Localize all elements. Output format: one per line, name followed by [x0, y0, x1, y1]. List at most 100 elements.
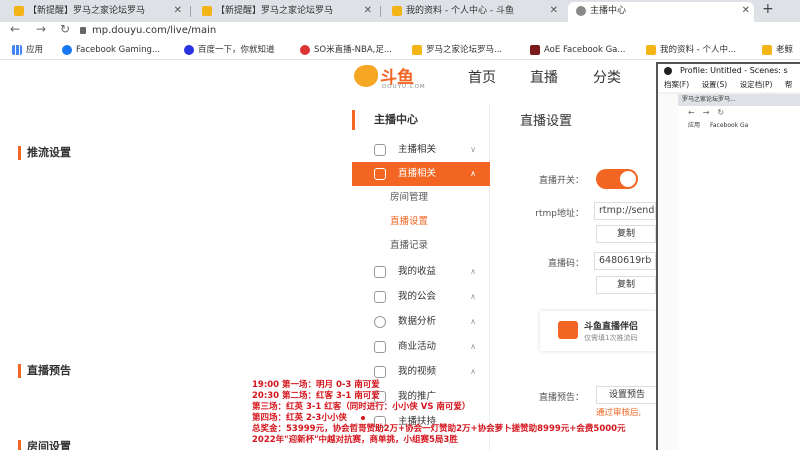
- bookmark-item[interactable]: 罗马之家论坛罗马...: [412, 43, 502, 57]
- nav-home[interactable]: 首页: [468, 67, 496, 87]
- sidebar-item-business[interactable]: 商业活动 ∧: [352, 335, 490, 359]
- so-icon: [300, 45, 310, 55]
- bookmark-apps[interactable]: 应用: [12, 43, 43, 57]
- obs-preview-tab: 罗马之家论坛罗马...: [678, 94, 800, 106]
- sidebar-item-income[interactable]: 我的收益 ∧: [352, 260, 490, 284]
- bookmark-label: 应用: [26, 45, 44, 55]
- stream-code-label: 直播码：: [547, 259, 584, 269]
- copy-code-button[interactable]: 复制: [596, 276, 656, 294]
- nav-category[interactable]: 分类: [593, 67, 621, 87]
- overlay-line: 总奖金：53999元，协会哲哥赞助2万+协会一灯赞助2万+协会萝卜搓赞助8999…: [252, 424, 626, 434]
- obs-menubar: 档案(F) 设置(S) 设定档(P) 帮: [658, 78, 800, 92]
- chevron-up-icon: ∧: [470, 169, 476, 178]
- reload-icon[interactable]: ↻: [60, 22, 70, 36]
- close-icon[interactable]: ✕: [550, 2, 558, 20]
- browser-tab-active[interactable]: 主播中心 ✕: [568, 2, 754, 22]
- coin-icon: [374, 266, 386, 278]
- section-stream-title: 推流设置: [18, 146, 71, 160]
- bookmarks-bar: 应用 Facebook Gaming... 百度一下，你就知道 SO米直播-NB…: [0, 40, 800, 60]
- tv-icon: [374, 168, 386, 180]
- toggle-knob: [620, 171, 636, 187]
- douyu-tab-icon: [202, 6, 212, 16]
- obs-menu-settings[interactable]: 设置(S): [702, 80, 728, 89]
- close-icon[interactable]: ✕: [742, 2, 750, 20]
- obs-menu-help[interactable]: 帮: [785, 80, 793, 89]
- screen: 【新提醒】罗马之家论坛罗马 ✕ 【新提醒】罗马之家论坛罗马 ✕ 我的资料 - 个…: [0, 0, 800, 450]
- chevron-up-icon: ∧: [470, 267, 476, 276]
- chevron-down-icon: ∨: [470, 145, 476, 154]
- browser-tab[interactable]: 【新提醒】罗马之家论坛罗马 ✕: [6, 2, 186, 22]
- obs-titlebar: Profile: Untitled - Scenes: s: [658, 64, 800, 78]
- new-tab-button[interactable]: +: [762, 1, 774, 17]
- obs-window: Profile: Untitled - Scenes: s 档案(F) 设置(S…: [656, 62, 800, 450]
- banner-title: 斗鱼直播伴侣: [584, 322, 639, 332]
- obs-preview[interactable]: 罗马之家论坛罗马... ←→↻ 应用 Facebook Ga: [678, 94, 800, 450]
- back-icon[interactable]: ←: [10, 22, 20, 36]
- forward-icon[interactable]: →: [36, 22, 46, 36]
- douyu-icon: [762, 45, 772, 55]
- stream-code-field[interactable]: 6480619rb: [594, 252, 656, 270]
- browser-tab[interactable]: 【新提醒】罗马之家论坛罗马 ✕: [194, 2, 376, 22]
- obs-preview-nav: ←→↻: [688, 108, 733, 117]
- companion-app-banner[interactable]: 斗鱼直播伴侣 仅需填1次推流码: [540, 311, 656, 351]
- sidebar-subitem-room[interactable]: 房间管理: [390, 186, 428, 210]
- bookmark-label: AoE Facebook Ga...: [544, 45, 626, 55]
- obs-menu-profile[interactable]: 设定档(P): [740, 80, 773, 89]
- red-dot-icon: [360, 415, 365, 420]
- live-switch-toggle[interactable]: [596, 169, 638, 189]
- section-room-settings-title: 房间设置: [18, 440, 71, 450]
- sidebar-item-label: 我的公会: [398, 291, 437, 302]
- bookmark-item[interactable]: Facebook Gaming...: [62, 43, 160, 57]
- bookmark-label: 我的资料 - 个人中...: [660, 45, 737, 55]
- browser-tab[interactable]: 我的资料 - 个人中心 - 斗鱼 ✕: [384, 2, 562, 22]
- sidebar-item-anchor[interactable]: 主播相关 ∨: [352, 138, 490, 162]
- close-icon[interactable]: ✕: [364, 2, 372, 20]
- rtmp-label: rtmp地址：: [535, 209, 584, 219]
- overlay-line: 第三场：红英 3-1 红客（同时进行：小小侠 VS 南可爱）: [252, 402, 471, 412]
- overlay-line: 19:00 第一场：明月 0-3 南可爱: [252, 380, 380, 390]
- overlay-line-text: 第四场：红英 2-3小小侠: [252, 413, 347, 423]
- url-text: mp.douyu.com/live/main: [92, 25, 217, 36]
- mic-icon: [374, 144, 386, 156]
- rtmp-address-field[interactable]: rtmp://send: [594, 202, 656, 220]
- section-preview-title: 直播预告: [18, 364, 71, 378]
- sidebar-item-analytics[interactable]: 数据分析 ∧: [352, 310, 490, 334]
- bookmark-item[interactable]: 老鲸: [762, 43, 793, 57]
- nav-live[interactable]: 直播: [530, 67, 558, 87]
- sidebar-subitem-live-record[interactable]: 直播记录: [390, 234, 428, 258]
- bookmark-item[interactable]: 我的资料 - 个人中...: [646, 43, 736, 57]
- sidebar-item-label: 数据分析: [398, 316, 437, 327]
- facebook-icon: [62, 45, 72, 55]
- bookmark-item[interactable]: 百度一下，你就知道: [184, 43, 275, 57]
- address-bar[interactable]: mp.douyu.com/live/main: [80, 23, 660, 39]
- chevron-up-icon: ∧: [470, 342, 476, 351]
- play-icon: [558, 321, 578, 339]
- sidebar-subitem-live-settings[interactable]: 直播设置: [390, 210, 428, 234]
- obs-bm-facebook: Facebook Ga: [709, 122, 749, 129]
- douyu-logo-icon[interactable]: [354, 65, 378, 87]
- tab-label: 【新提醒】罗马之家论坛罗马: [28, 6, 146, 16]
- sidebar-title: 主播中心: [352, 110, 418, 130]
- copy-rtmp-button[interactable]: 复制: [596, 225, 656, 243]
- bookmark-item[interactable]: AoE Facebook Ga...: [530, 43, 625, 57]
- overlay-line: 20:30 第二场：红客 3-1 南可爱: [252, 391, 380, 401]
- chevron-up-icon: ∧: [470, 317, 476, 326]
- logo-subtitle: DOUYU.COM: [382, 84, 426, 90]
- globe-icon: [576, 6, 586, 16]
- obs-menu-file[interactable]: 档案(F): [664, 80, 689, 89]
- bookmark-label: 百度一下，你就知道: [198, 45, 275, 55]
- overlay-line: 2022年"迎新杯"中越对抗赛，商单挑，小组赛5局3胜: [252, 435, 458, 445]
- video-icon: [374, 366, 386, 378]
- bookmark-label: 罗马之家论坛罗马...: [426, 45, 503, 55]
- live-switch-label: 直播开关：: [538, 176, 584, 186]
- sidebar-item-live[interactable]: 直播相关 ∧: [352, 162, 490, 186]
- obs-logo-icon: [664, 67, 672, 75]
- browser-toolbar: ← → ↻ mp.douyu.com/live/main: [0, 22, 800, 40]
- bookmark-item[interactable]: SO米直播-NBA,足...: [300, 43, 392, 57]
- guild-icon: [374, 291, 386, 303]
- bookmark-label: Facebook Gaming...: [76, 45, 160, 55]
- sidebar-item-guild[interactable]: 我的公会 ∧: [352, 285, 490, 309]
- douyu-icon: [646, 45, 656, 55]
- close-icon[interactable]: ✕: [174, 2, 182, 20]
- douyu-icon: [412, 45, 422, 55]
